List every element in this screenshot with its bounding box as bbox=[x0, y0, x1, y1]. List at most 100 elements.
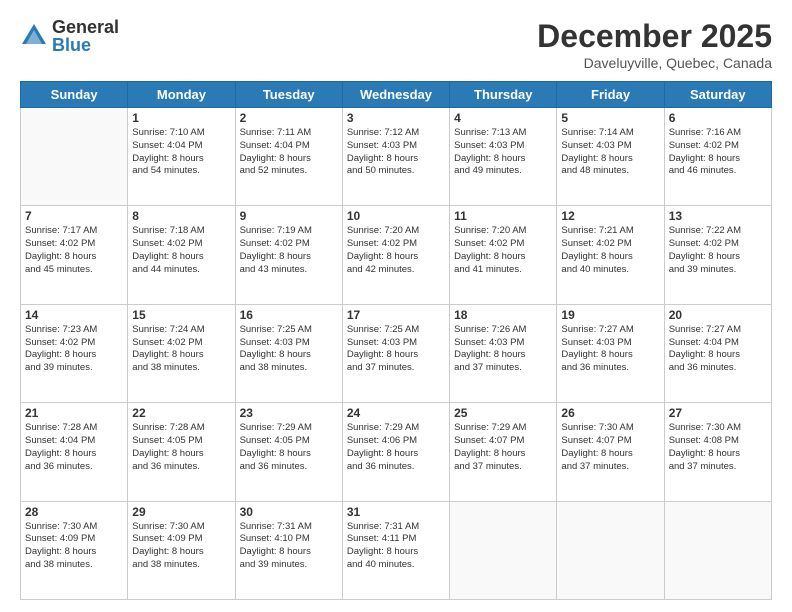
day-number-25: 25 bbox=[454, 406, 552, 420]
day-info-27: Sunrise: 7:30 AM Sunset: 4:08 PM Dayligh… bbox=[669, 422, 767, 473]
day-info-16: Sunrise: 7:25 AM Sunset: 4:03 PM Dayligh… bbox=[240, 324, 338, 375]
day-info-5: Sunrise: 7:14 AM Sunset: 4:03 PM Dayligh… bbox=[561, 127, 659, 178]
empty-cell bbox=[450, 501, 557, 599]
day-cell-25: 25 Sunrise: 7:29 AM Sunset: 4:07 PM Dayli… bbox=[450, 403, 557, 501]
day-number-21: 21 bbox=[25, 406, 123, 420]
day-cell-7: 7 Sunrise: 7:17 AM Sunset: 4:02 PM Daylig… bbox=[21, 206, 128, 304]
weekday-header-row: SundayMondayTuesdayWednesdayThursdayFrid… bbox=[21, 82, 772, 108]
day-info-26: Sunrise: 7:30 AM Sunset: 4:07 PM Dayligh… bbox=[561, 422, 659, 473]
day-cell-19: 19Sunrise: 7:27 AM Sunset: 4:03 PM Dayli… bbox=[557, 304, 664, 402]
header: General Blue December 2025 Daveluyville,… bbox=[20, 18, 772, 71]
day-info-22: Sunrise: 7:28 AM Sunset: 4:05 PM Dayligh… bbox=[132, 422, 230, 473]
day-number-7: 7 bbox=[25, 209, 123, 223]
day-number-19: 19 bbox=[561, 308, 659, 322]
day-cell-5: 5Sunrise: 7:14 AM Sunset: 4:03 PM Daylig… bbox=[557, 108, 664, 206]
title-area: December 2025 Daveluyville, Quebec, Cana… bbox=[537, 18, 772, 71]
day-number-17: 17 bbox=[347, 308, 445, 322]
day-cell-6: 6Sunrise: 7:16 AM Sunset: 4:02 PM Daylig… bbox=[664, 108, 771, 206]
calendar-row-4: 21 Sunrise: 7:28 AM Sunset: 4:04 PM Dayli… bbox=[21, 403, 772, 501]
day-cell-18: 18 Sunrise: 7:26 AM Sunset: 4:03 PM Dayli… bbox=[450, 304, 557, 402]
day-cell-10: 10Sunrise: 7:20 AM Sunset: 4:02 PM Dayli… bbox=[342, 206, 449, 304]
day-info-15: Sunrise: 7:24 AM Sunset: 4:02 PM Dayligh… bbox=[132, 324, 230, 375]
day-info-13: Sunrise: 7:22 AM Sunset: 4:02 PM Dayligh… bbox=[669, 225, 767, 276]
day-cell-21: 21 Sunrise: 7:28 AM Sunset: 4:04 PM Dayli… bbox=[21, 403, 128, 501]
day-number-2: 2 bbox=[240, 111, 338, 125]
day-cell-27: 27Sunrise: 7:30 AM Sunset: 4:08 PM Dayli… bbox=[664, 403, 771, 501]
weekday-header-monday: Monday bbox=[128, 82, 235, 108]
day-cell-9: 9 Sunrise: 7:19 AM Sunset: 4:02 PM Daylig… bbox=[235, 206, 342, 304]
day-cell-26: 26 Sunrise: 7:30 AM Sunset: 4:07 PM Dayli… bbox=[557, 403, 664, 501]
day-cell-31: 31 Sunrise: 7:31 AM Sunset: 4:11 PM Dayli… bbox=[342, 501, 449, 599]
day-info-21: Sunrise: 7:28 AM Sunset: 4:04 PM Dayligh… bbox=[25, 422, 123, 473]
day-number-12: 12 bbox=[561, 209, 659, 223]
day-info-11: Sunrise: 7:20 AM Sunset: 4:02 PM Dayligh… bbox=[454, 225, 552, 276]
day-number-28: 28 bbox=[25, 505, 123, 519]
weekday-header-thursday: Thursday bbox=[450, 82, 557, 108]
day-number-20: 20 bbox=[669, 308, 767, 322]
day-cell-3: 3 Sunrise: 7:12 AM Sunset: 4:03 PM Daylig… bbox=[342, 108, 449, 206]
day-number-14: 14 bbox=[25, 308, 123, 322]
day-cell-22: 22 Sunrise: 7:28 AM Sunset: 4:05 PM Dayli… bbox=[128, 403, 235, 501]
day-info-12: Sunrise: 7:21 AM Sunset: 4:02 PM Dayligh… bbox=[561, 225, 659, 276]
day-cell-11: 11Sunrise: 7:20 AM Sunset: 4:02 PM Dayli… bbox=[450, 206, 557, 304]
calendar-body: 1Sunrise: 7:10 AM Sunset: 4:04 PM Daylig… bbox=[21, 108, 772, 600]
calendar-table: SundayMondayTuesdayWednesdayThursdayFrid… bbox=[20, 81, 772, 600]
day-number-8: 8 bbox=[132, 209, 230, 223]
day-cell-23: 23 Sunrise: 7:29 AM Sunset: 4:05 PM Dayli… bbox=[235, 403, 342, 501]
calendar-row-5: 28 Sunrise: 7:30 AM Sunset: 4:09 PM Dayli… bbox=[21, 501, 772, 599]
day-cell-17: 17Sunrise: 7:25 AM Sunset: 4:03 PM Dayli… bbox=[342, 304, 449, 402]
day-cell-15: 15 Sunrise: 7:24 AM Sunset: 4:02 PM Dayli… bbox=[128, 304, 235, 402]
day-number-31: 31 bbox=[347, 505, 445, 519]
day-info-7: Sunrise: 7:17 AM Sunset: 4:02 PM Dayligh… bbox=[25, 225, 123, 276]
logo-blue: Blue bbox=[52, 36, 119, 54]
day-cell-16: 16Sunrise: 7:25 AM Sunset: 4:03 PM Dayli… bbox=[235, 304, 342, 402]
day-cell-20: 20Sunrise: 7:27 AM Sunset: 4:04 PM Dayli… bbox=[664, 304, 771, 402]
day-info-2: Sunrise: 7:11 AM Sunset: 4:04 PM Dayligh… bbox=[240, 127, 338, 178]
day-info-9: Sunrise: 7:19 AM Sunset: 4:02 PM Dayligh… bbox=[240, 225, 338, 276]
calendar-row-3: 14 Sunrise: 7:23 AM Sunset: 4:02 PM Dayli… bbox=[21, 304, 772, 402]
logo-text: General Blue bbox=[52, 18, 119, 54]
day-number-4: 4 bbox=[454, 111, 552, 125]
day-info-8: Sunrise: 7:18 AM Sunset: 4:02 PM Dayligh… bbox=[132, 225, 230, 276]
empty-cell bbox=[664, 501, 771, 599]
day-number-1: 1 bbox=[132, 111, 230, 125]
logo-general: General bbox=[52, 18, 119, 36]
day-info-31: Sunrise: 7:31 AM Sunset: 4:11 PM Dayligh… bbox=[347, 521, 445, 572]
day-cell-13: 13 Sunrise: 7:22 AM Sunset: 4:02 PM Dayli… bbox=[664, 206, 771, 304]
empty-cell bbox=[557, 501, 664, 599]
day-number-18: 18 bbox=[454, 308, 552, 322]
day-cell-2: 2 Sunrise: 7:11 AM Sunset: 4:04 PM Daylig… bbox=[235, 108, 342, 206]
month-title: December 2025 bbox=[537, 18, 772, 55]
day-info-28: Sunrise: 7:30 AM Sunset: 4:09 PM Dayligh… bbox=[25, 521, 123, 572]
day-cell-29: 29Sunrise: 7:30 AM Sunset: 4:09 PM Dayli… bbox=[128, 501, 235, 599]
day-info-23: Sunrise: 7:29 AM Sunset: 4:05 PM Dayligh… bbox=[240, 422, 338, 473]
day-info-29: Sunrise: 7:30 AM Sunset: 4:09 PM Dayligh… bbox=[132, 521, 230, 572]
day-info-4: Sunrise: 7:13 AM Sunset: 4:03 PM Dayligh… bbox=[454, 127, 552, 178]
day-number-3: 3 bbox=[347, 111, 445, 125]
day-info-3: Sunrise: 7:12 AM Sunset: 4:03 PM Dayligh… bbox=[347, 127, 445, 178]
day-info-18: Sunrise: 7:26 AM Sunset: 4:03 PM Dayligh… bbox=[454, 324, 552, 375]
day-cell-14: 14 Sunrise: 7:23 AM Sunset: 4:02 PM Dayli… bbox=[21, 304, 128, 402]
day-number-9: 9 bbox=[240, 209, 338, 223]
day-cell-30: 30 Sunrise: 7:31 AM Sunset: 4:10 PM Dayli… bbox=[235, 501, 342, 599]
day-info-24: Sunrise: 7:29 AM Sunset: 4:06 PM Dayligh… bbox=[347, 422, 445, 473]
day-info-14: Sunrise: 7:23 AM Sunset: 4:02 PM Dayligh… bbox=[25, 324, 123, 375]
day-cell-28: 28 Sunrise: 7:30 AM Sunset: 4:09 PM Dayli… bbox=[21, 501, 128, 599]
day-number-30: 30 bbox=[240, 505, 338, 519]
day-info-30: Sunrise: 7:31 AM Sunset: 4:10 PM Dayligh… bbox=[240, 521, 338, 572]
calendar-row-2: 7 Sunrise: 7:17 AM Sunset: 4:02 PM Daylig… bbox=[21, 206, 772, 304]
day-number-13: 13 bbox=[669, 209, 767, 223]
logo-icon bbox=[20, 22, 48, 50]
day-number-26: 26 bbox=[561, 406, 659, 420]
day-cell-1: 1Sunrise: 7:10 AM Sunset: 4:04 PM Daylig… bbox=[128, 108, 235, 206]
location: Daveluyville, Quebec, Canada bbox=[537, 55, 772, 71]
day-info-10: Sunrise: 7:20 AM Sunset: 4:02 PM Dayligh… bbox=[347, 225, 445, 276]
day-number-15: 15 bbox=[132, 308, 230, 322]
calendar-row-1: 1Sunrise: 7:10 AM Sunset: 4:04 PM Daylig… bbox=[21, 108, 772, 206]
day-info-25: Sunrise: 7:29 AM Sunset: 4:07 PM Dayligh… bbox=[454, 422, 552, 473]
weekday-header-friday: Friday bbox=[557, 82, 664, 108]
weekday-header-wednesday: Wednesday bbox=[342, 82, 449, 108]
day-number-23: 23 bbox=[240, 406, 338, 420]
day-number-22: 22 bbox=[132, 406, 230, 420]
day-info-6: Sunrise: 7:16 AM Sunset: 4:02 PM Dayligh… bbox=[669, 127, 767, 178]
